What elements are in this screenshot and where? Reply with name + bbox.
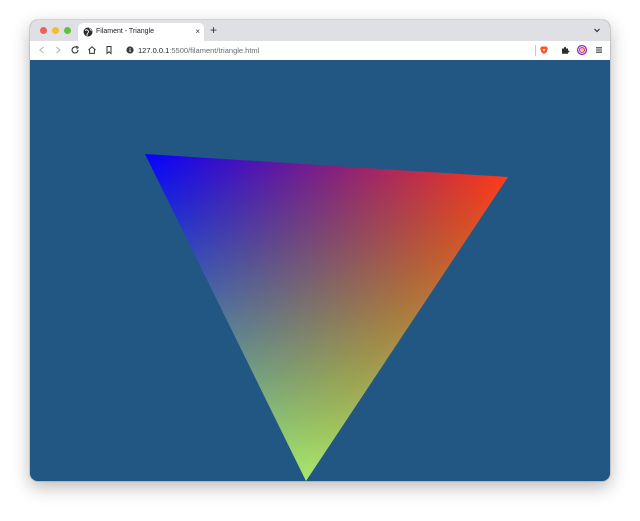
back-arrow-icon[interactable] bbox=[37, 45, 47, 55]
tab-title: Filament - Triangle bbox=[96, 28, 154, 35]
window-minimize-button[interactable] bbox=[52, 27, 59, 34]
title-bar: Filament - Triangle × + bbox=[30, 20, 610, 41]
hamburger-menu-icon[interactable] bbox=[594, 45, 604, 55]
forward-arrow-icon[interactable] bbox=[53, 45, 63, 55]
url-path: :5500/filament/triangle.html bbox=[169, 46, 260, 55]
browser-window: Filament - Triangle × + 127.0.0.1:5500/f… bbox=[30, 20, 610, 481]
tab-filament-triangle[interactable]: Filament - Triangle × bbox=[78, 23, 204, 41]
tab-close-icon[interactable]: × bbox=[195, 26, 200, 38]
new-tab-button[interactable]: + bbox=[210, 22, 217, 38]
reload-icon[interactable] bbox=[70, 45, 80, 55]
bookmark-icon[interactable] bbox=[104, 45, 114, 55]
home-icon[interactable] bbox=[87, 45, 97, 55]
info-icon[interactable] bbox=[126, 46, 134, 54]
toolbar-divider bbox=[535, 45, 536, 56]
triangle-scene bbox=[145, 154, 508, 481]
url-host: 127.0.0.1 bbox=[138, 46, 170, 55]
brave-lion-icon[interactable] bbox=[539, 45, 549, 55]
puzzle-icon[interactable] bbox=[560, 45, 570, 55]
globe-icon bbox=[83, 27, 93, 37]
colored-triangle bbox=[145, 154, 508, 481]
address-bar[interactable]: 127.0.0.1:5500/filament/triangle.html bbox=[121, 43, 533, 58]
chevron-down-icon[interactable] bbox=[592, 25, 602, 35]
navigation-toolbar: 127.0.0.1:5500/filament/triangle.html bbox=[30, 41, 610, 61]
webgl-canvas[interactable] bbox=[30, 60, 610, 481]
window-close-button[interactable] bbox=[40, 27, 47, 34]
window-maximize-button[interactable] bbox=[64, 27, 71, 34]
url-text[interactable]: 127.0.0.1:5500/filament/triangle.html bbox=[138, 44, 259, 57]
wallet-icon[interactable] bbox=[577, 45, 587, 55]
